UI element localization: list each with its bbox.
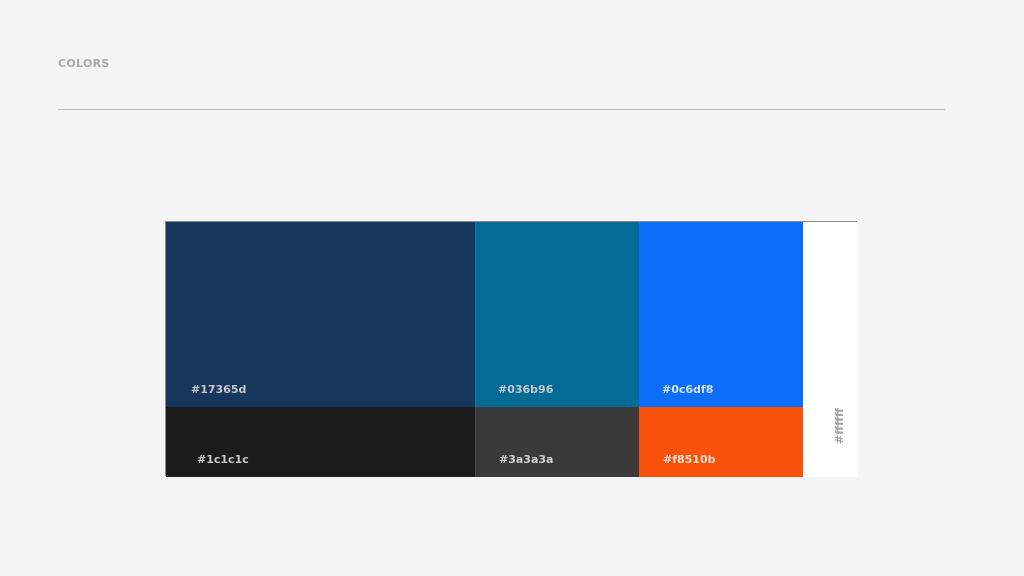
page-title: COLORS bbox=[58, 57, 110, 70]
swatch-white: #ffffff bbox=[803, 222, 858, 477]
swatch-navy: #17365d bbox=[166, 222, 475, 407]
swatch-label: #f8510b bbox=[663, 453, 716, 466]
swatch-label: #17365d bbox=[191, 383, 247, 396]
swatch-label: #3a3a3a bbox=[499, 453, 554, 466]
swatch-label: #0c6df8 bbox=[662, 383, 714, 396]
swatch-orange: #f8510b bbox=[639, 407, 803, 477]
title-divider bbox=[58, 109, 945, 110]
swatch-blue: #0c6df8 bbox=[639, 222, 803, 407]
color-palette: #17365d #036b96 #0c6df8 #1c1c1c #3a3a3a … bbox=[165, 221, 858, 477]
swatch-label: #ffffff bbox=[833, 408, 846, 444]
swatch-label: #036b96 bbox=[498, 383, 554, 396]
swatch-black: #1c1c1c bbox=[166, 407, 475, 477]
swatch-teal: #036b96 bbox=[475, 222, 639, 407]
swatch-label: #1c1c1c bbox=[197, 453, 249, 466]
swatch-gray: #3a3a3a bbox=[475, 407, 639, 477]
